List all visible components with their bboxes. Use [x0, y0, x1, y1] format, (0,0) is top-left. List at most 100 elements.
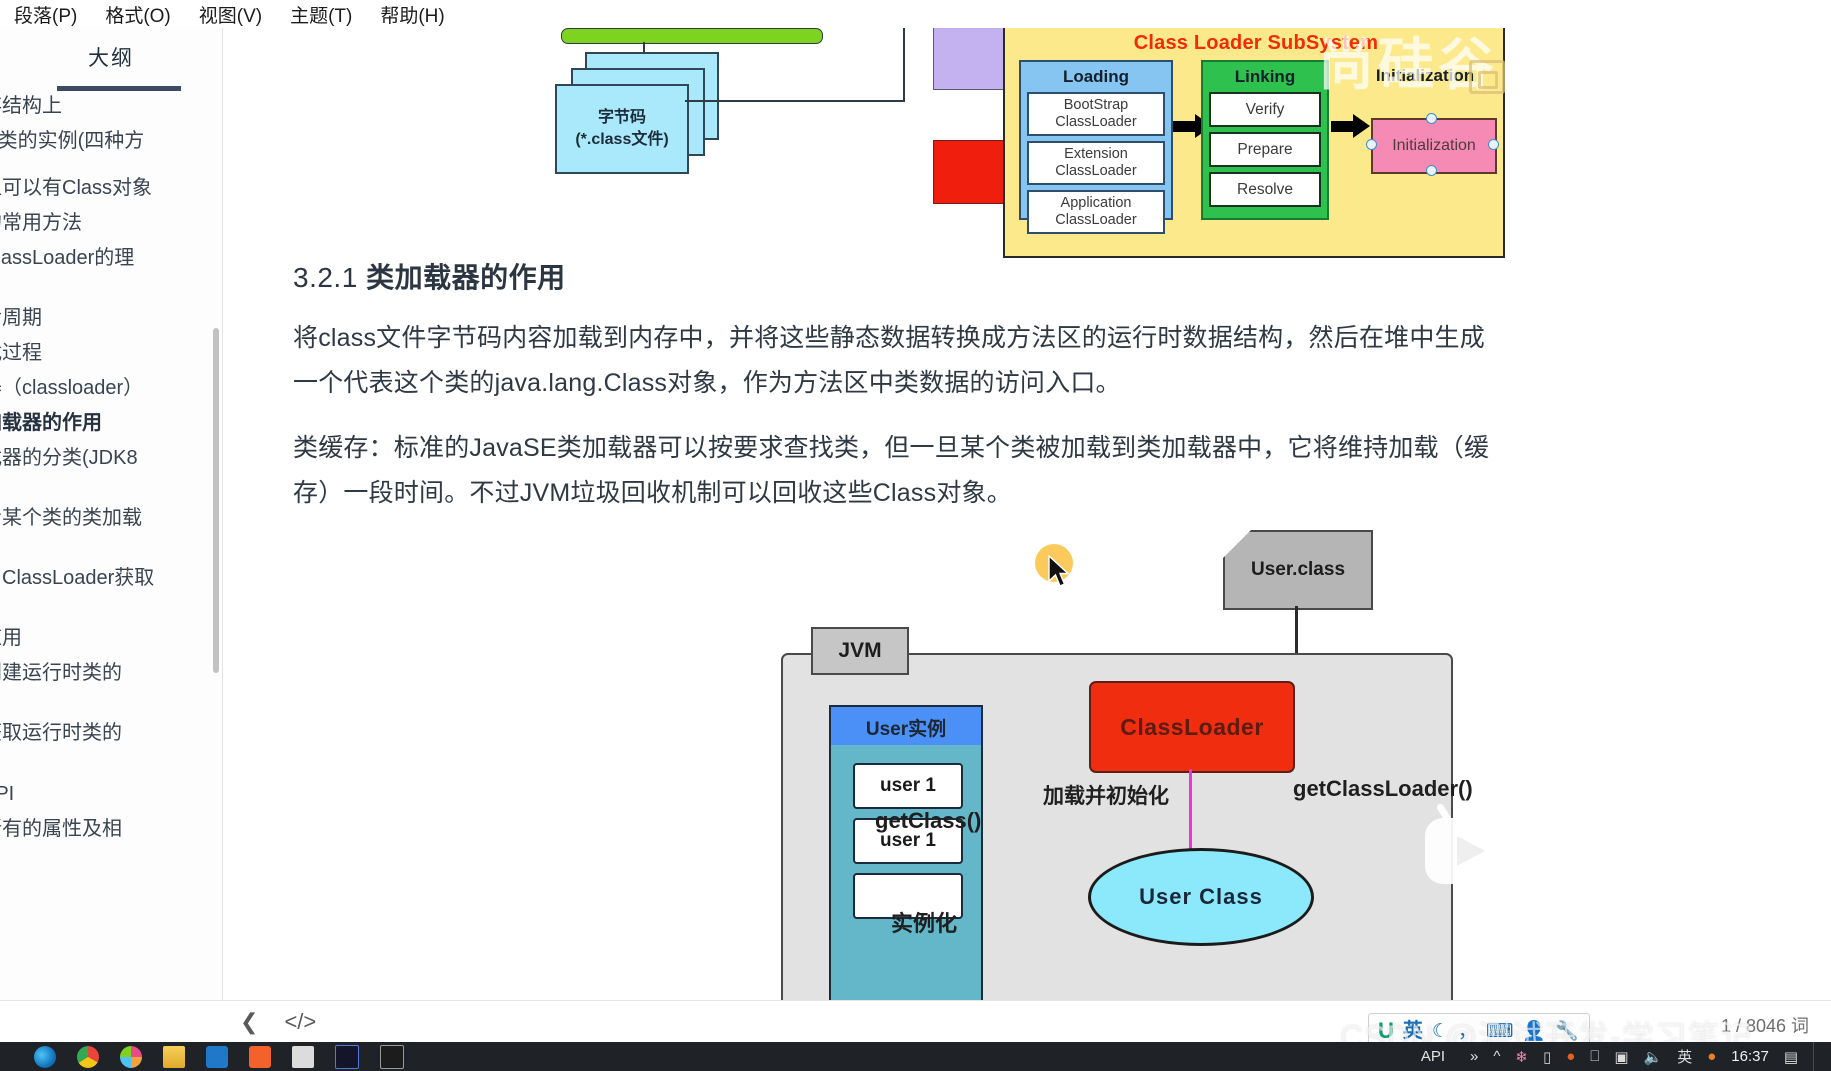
extension-classloader-box: Extension ClassLoader	[1027, 141, 1165, 185]
outline-item-list[interactable]: …内存结构上 …lass类的实例(四种方 …类型可以有Class对象 …类的常用…	[0, 94, 222, 1000]
notification-icon[interactable]: ▤	[1784, 1048, 1798, 1066]
file-corner-fold-icon	[1223, 530, 1251, 558]
outline-item-15[interactable]: …关API	[0, 782, 220, 806]
document-canvas[interactable]: 字节码 (*.class文件) Class Loader SubSystem L…	[223, 28, 1831, 1000]
outline-item-2[interactable]: …类型可以有Class对象	[0, 176, 220, 200]
outline-item-7[interactable]: …载器（classloader）	[0, 376, 220, 400]
api-label[interactable]: API	[1421, 1048, 1445, 1065]
jvm-label: JVM	[811, 627, 909, 675]
prepare-box: Prepare	[1209, 132, 1321, 167]
chrome-icon[interactable]	[77, 1045, 99, 1068]
taskbar-tray: API » ^ ❄ ▯ ● ⎕ ▣ 🔈 英 ● 16:37 ▤	[1385, 1042, 1831, 1071]
outline-item-11[interactable]: …使用ClassLoader获取	[0, 566, 220, 590]
ime-logo-icon[interactable]: U	[1378, 1020, 1394, 1042]
outline-item-classloader-role[interactable]: …类加载器的作用	[0, 411, 220, 435]
selection-handle-top[interactable]	[1426, 113, 1437, 124]
outline-item-14[interactable]: …：获取运行时类的	[0, 721, 220, 745]
outline-item-12[interactable]: …本应用	[0, 626, 220, 650]
outline-item-9[interactable]: …加载器的分类(JDK8	[0, 446, 220, 470]
label-instantiate: 实例化	[891, 911, 958, 936]
flower-icon[interactable]: ❄	[1515, 1048, 1528, 1066]
connector-line	[685, 100, 905, 102]
watermark-bili-text: bili	[1503, 28, 1603, 77]
heading-text: 类加载器的作用	[366, 262, 566, 293]
plug-icon[interactable]: ⎕	[1590, 1048, 1599, 1065]
keyboard-icon[interactable]: ⌨	[1486, 1022, 1513, 1041]
menu-item-view[interactable]: 视图(V)	[185, 1, 276, 28]
punctuation-icon[interactable]: ，	[1458, 1022, 1477, 1041]
outline-item-0[interactable]: …内存结构上	[0, 94, 220, 118]
menu-item-paragraph[interactable]: 段落(P)	[0, 1, 91, 28]
user-class-object-node: User Class	[1088, 848, 1314, 946]
show-desktop-button[interactable]	[1813, 1042, 1823, 1071]
display-icon[interactable]: ▣	[1614, 1048, 1628, 1066]
powerpoint-icon[interactable]	[206, 1045, 228, 1068]
outline-scrollbar-thumb[interactable]	[213, 328, 219, 673]
source-code-icon[interactable]: </>	[284, 1009, 316, 1035]
outline-item-13[interactable]: …：创建运行时类的	[0, 661, 220, 685]
outline-tab[interactable]: 大纲	[0, 28, 222, 86]
label-getclassloader: getClassLoader()	[1293, 776, 1473, 801]
linking-column-header: Linking	[1234, 67, 1296, 86]
source-bar-shape	[561, 28, 823, 44]
bytecode-diagram: 字节码 (*.class文件)	[533, 28, 905, 210]
binary-icon[interactable]	[380, 1044, 404, 1069]
ime-mode-label[interactable]: 英	[1403, 1021, 1423, 1041]
clock-label[interactable]: 16:37	[1731, 1048, 1769, 1065]
user-instance-panel: user 1 user 1	[829, 745, 983, 1000]
menu-bar: 段落(P) 格式(O) 视图(V) 主题(T) 帮助(H)	[0, 0, 1831, 28]
taskbar-ime-mode[interactable]: 英	[1677, 1046, 1692, 1067]
outline-item-3[interactable]: …类的常用方法	[0, 211, 220, 235]
classloader-subsystem-title: Class Loader SubSystem	[1133, 32, 1379, 54]
taskbar-app-list	[34, 1044, 404, 1069]
outline-item-5[interactable]: …生命周期	[0, 306, 220, 330]
chevron-up-icon[interactable]: ^	[1493, 1048, 1500, 1065]
outline-item-1[interactable]: …lass类的实例(四种方	[0, 129, 220, 153]
text-editor-icon[interactable]	[292, 1045, 314, 1068]
label-load-and-init: 加载并初始化	[1043, 785, 1169, 808]
bytecode-card-front: 字节码 (*.class文件)	[555, 84, 689, 174]
menu-item-format[interactable]: 格式(O)	[91, 1, 184, 28]
application-classloader-box: Application ClassLoader	[1027, 190, 1165, 234]
file-explorer-icon[interactable]	[163, 1045, 185, 1068]
outline-tab-label: 大纲	[88, 47, 134, 70]
selection-handle-right[interactable]	[1488, 139, 1499, 150]
menu-item-theme[interactable]: 主题(T)	[276, 1, 366, 28]
mouse-cursor-icon	[1048, 555, 1070, 587]
word-count-label: 1 / 8046 词	[1720, 1016, 1809, 1036]
presentation-icon	[1469, 60, 1505, 94]
paragraph-2: 类缓存：标准的JavaSE类加载器可以按要求查找类，但一旦某个类被加载到类加载器…	[293, 434, 1490, 507]
chevron-left-icon[interactable]: ❮	[240, 1009, 258, 1035]
resolve-box: Resolve	[1209, 172, 1321, 207]
volume-icon[interactable]: 🔈	[1644, 1048, 1663, 1066]
selection-handle-left[interactable]	[1366, 139, 1377, 150]
bytecode-label-line2: (*.class文件)	[575, 131, 669, 148]
outline-item-4[interactable]: …与ClassLoader的理	[0, 246, 220, 270]
label-getclass: getClass()	[875, 808, 982, 833]
instance-item-0: user 1	[853, 763, 963, 809]
selection-handle-bottom[interactable]	[1426, 165, 1437, 176]
edge-icon[interactable]	[34, 1045, 56, 1068]
wrench-icon[interactable]: 🔧	[1555, 1022, 1579, 1041]
intellij-idea-icon[interactable]	[335, 1044, 359, 1069]
verify-box: Verify	[1209, 92, 1321, 127]
browser-icon[interactable]: ●	[1707, 1048, 1716, 1065]
menu-item-help[interactable]: 帮助(H)	[366, 1, 458, 28]
outline-item-16[interactable]: …取所有的属性及相	[0, 817, 220, 841]
bilibili-tv-logo-icon	[1425, 803, 1509, 884]
overflow-chevron-icon[interactable]: »	[1470, 1048, 1478, 1065]
orange-dot-icon[interactable]: ●	[1566, 1048, 1575, 1065]
outline-item-10[interactable]: …查看某个类的类加载	[0, 506, 220, 530]
outline-sidebar: 大纲 …内存结构上 …lass类的实例(四种方 …类型可以有Class对象 …类…	[0, 28, 223, 1000]
page-heading: 3.2.1 类加载器的作用	[293, 256, 566, 296]
bootstrap-classloader-box: BootStrap ClassLoader	[1027, 92, 1165, 136]
loading-column: Loading BootStrap ClassLoader Extension …	[1019, 60, 1173, 234]
user-icon[interactable]: 👤	[1522, 1022, 1546, 1041]
outline-tab-underline	[57, 86, 181, 91]
typora-icon[interactable]	[249, 1045, 271, 1068]
outline-item-6[interactable]: …加载过程	[0, 341, 220, 365]
moon-icon[interactable]: ☾	[1432, 1022, 1449, 1041]
paragraph-1: 将class文件字节码内容加载到内存中，并将这些静态数据转换成方法区的运行时数据…	[293, 324, 1485, 397]
usb-icon[interactable]: ▯	[1543, 1048, 1551, 1066]
photos-icon[interactable]	[120, 1045, 142, 1068]
